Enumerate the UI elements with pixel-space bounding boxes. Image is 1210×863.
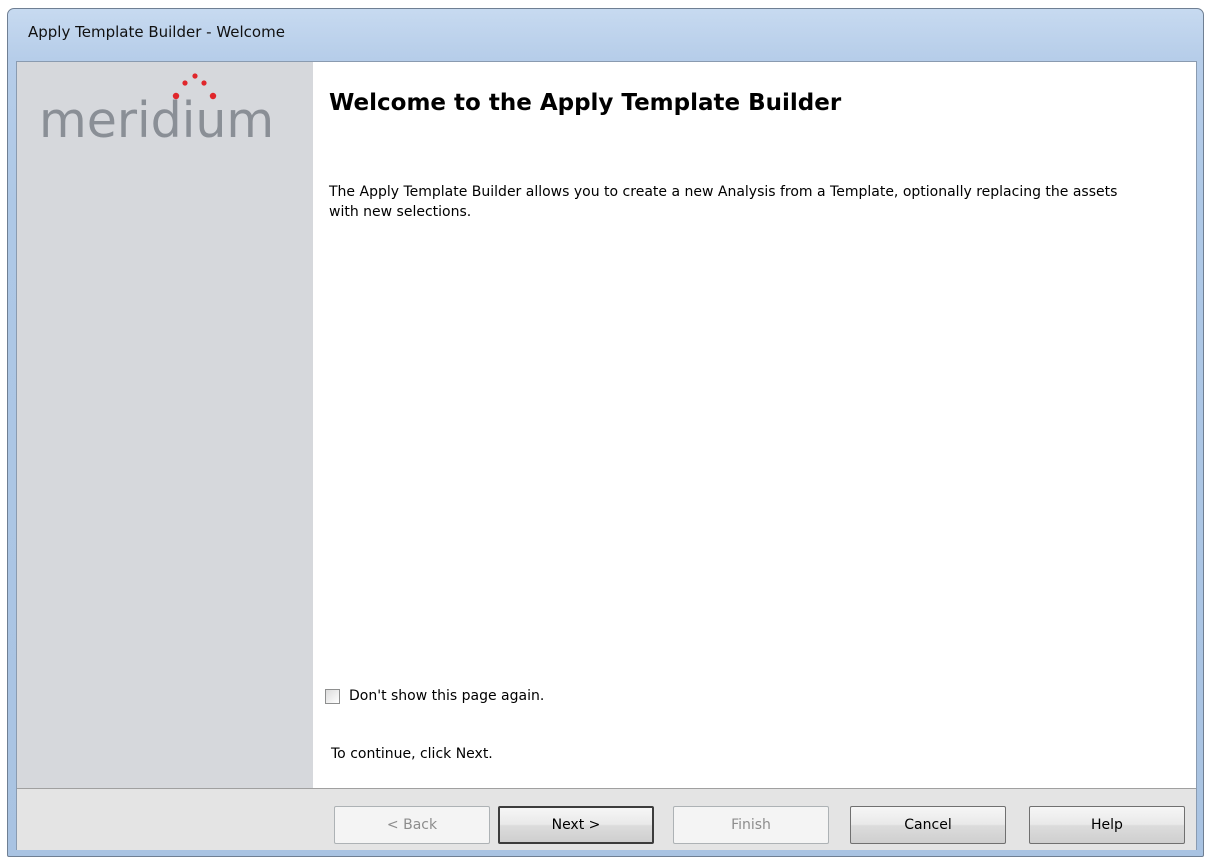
meridium-logo: meridium (29, 68, 309, 158)
wizard-button-bar: < Back Next > Finish Cancel Help (17, 788, 1196, 850)
dont-show-again-label[interactable]: Don't show this page again. (349, 688, 544, 704)
finish-button[interactable]: Finish (673, 806, 829, 844)
continue-hint: To continue, click Next. (331, 746, 493, 762)
wizard-content: Welcome to the Apply Template Builder Th… (313, 62, 1196, 788)
wizard-client-area: meridium Welcome to the Apply Template B… (16, 61, 1197, 850)
back-button[interactable]: < Back (334, 806, 490, 844)
window-title: Apply Template Builder - Welcome (28, 23, 285, 41)
wizard-sidebar: meridium (17, 62, 313, 788)
help-button[interactable]: Help (1029, 806, 1185, 844)
page-title: Welcome to the Apply Template Builder (329, 90, 842, 116)
logo-dots-icon (172, 73, 217, 100)
wizard-window: Apply Template Builder - Welcome meridiu… (7, 8, 1204, 857)
page-description: The Apply Template Builder allows you to… (329, 184, 1118, 220)
dont-show-again-row[interactable]: Don't show this page again. (325, 688, 544, 704)
title-bar[interactable]: Apply Template Builder - Welcome (8, 9, 1203, 61)
dont-show-again-checkbox[interactable] (325, 688, 340, 704)
next-button[interactable]: Next > (498, 806, 654, 844)
cancel-button[interactable]: Cancel (850, 806, 1006, 844)
